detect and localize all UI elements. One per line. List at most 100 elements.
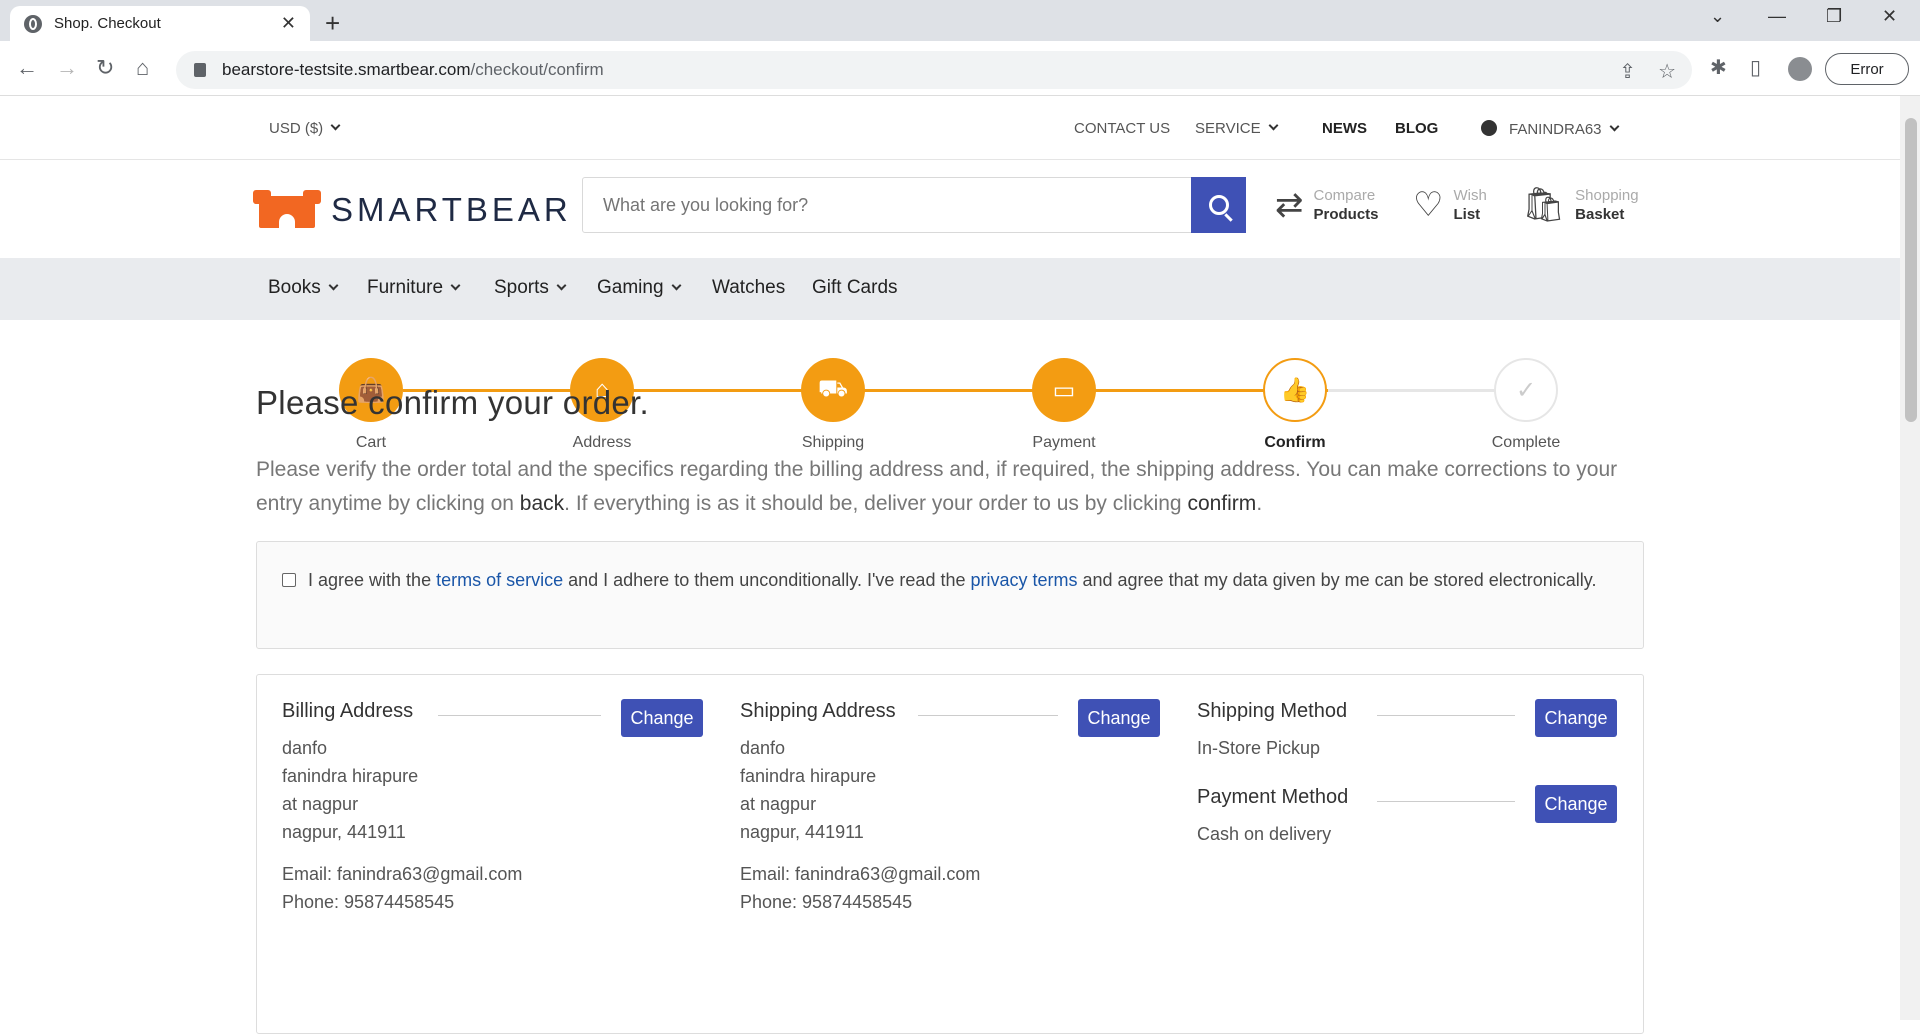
privacy-terms-link[interactable]: privacy terms — [970, 570, 1077, 590]
intro-confirm-word: confirm — [1187, 492, 1257, 515]
share-icon[interactable]: ⇪ — [1619, 59, 1636, 84]
terms-text: I agree with the terms of service and I … — [308, 566, 1596, 648]
restore-icon[interactable]: ❐ — [1826, 6, 1842, 27]
shipping-street: at nagpur — [740, 794, 817, 814]
back-icon[interactable]: ← — [16, 55, 38, 81]
nav-gift-cards[interactable]: Gift Cards — [812, 277, 898, 299]
user-menu[interactable]: FANINDRA63 — [1481, 120, 1619, 138]
billing-address-title: Billing Address — [282, 700, 414, 722]
page-title: Please confirm your order. — [256, 384, 649, 421]
shipping-method-value: In-Store Pickup — [1197, 738, 1321, 758]
nav-gaming-label: Gaming — [597, 277, 664, 298]
step-shipping[interactable]: ⛟ — [801, 358, 865, 422]
nav-watches[interactable]: Watches — [712, 277, 785, 299]
url-path: /checkout/confirm — [470, 60, 604, 79]
credit-card-icon: ▭ — [1052, 376, 1076, 404]
side-panel-icon[interactable]: ▯ — [1750, 55, 1761, 80]
error-button[interactable]: Error — [1825, 53, 1909, 85]
billing-street: at nagpur — [282, 794, 359, 814]
payment-method-title: Payment Method — [1197, 786, 1349, 808]
nav-furniture[interactable]: Furniture — [367, 277, 461, 299]
search-button[interactable] — [1191, 177, 1246, 233]
nav-sports-label: Sports — [494, 277, 549, 298]
terms-text-3: and agree that my data given by me can b… — [1077, 570, 1597, 590]
step-label-confirm: Confirm — [1264, 434, 1326, 451]
nav-books-label: Books — [268, 277, 321, 298]
category-nav: Books Furniture Sports Gaming Watches Gi… — [0, 258, 1900, 320]
page-scrollbar[interactable] — [1900, 96, 1920, 1020]
minimize-icon[interactable]: — — [1768, 6, 1786, 27]
shipping-method-title: Shipping Method — [1197, 700, 1348, 722]
thumbs-up-icon: 👍 — [1280, 376, 1310, 404]
currency-label: USD ($) — [269, 120, 324, 137]
chevron-down-icon — [556, 280, 567, 291]
news-link[interactable]: NEWS — [1322, 120, 1367, 137]
step-label-cart: Cart — [355, 434, 387, 451]
chevron-down-icon — [1609, 121, 1619, 132]
compare-label-bottom: Products — [1313, 206, 1379, 223]
nav-sports[interactable]: Sports — [494, 277, 567, 299]
compare-products-link[interactable]: ⇄ Compare Products — [1275, 186, 1379, 224]
tab-search-icon[interactable]: ⌄ — [1710, 6, 1725, 27]
shipping-divider — [918, 715, 1058, 716]
billing-email: Email: fanindra63@gmail.com — [282, 864, 523, 884]
site-logo[interactable]: SMARTBEAR — [253, 190, 572, 230]
billing-city: nagpur, 441911 — [282, 822, 406, 842]
lock-icon — [194, 63, 206, 77]
nav-books[interactable]: Books — [268, 277, 339, 299]
new-tab-icon[interactable]: + — [325, 8, 340, 39]
currency-selector[interactable]: USD ($) — [269, 120, 341, 137]
blog-link[interactable]: BLOG — [1395, 120, 1438, 137]
terms-text-2: and I adhere to them unconditionally. I'… — [563, 570, 971, 590]
shopping-basket-link[interactable]: 🛍 Shopping Basket — [1522, 186, 1639, 224]
wish-label-bottom: List — [1453, 206, 1481, 223]
change-billing-button[interactable]: Change — [621, 699, 703, 737]
compare-label-top: Compare — [1313, 187, 1376, 204]
intro-text-2: . If everything is as it should be, deli… — [564, 492, 1188, 515]
shipping-email: Email: fanindra63@gmail.com — [740, 864, 981, 884]
progress-line-remaining — [1328, 389, 1500, 392]
basket-label-top: Shopping — [1575, 187, 1639, 204]
shipping-company: danfo — [740, 738, 786, 758]
truck-icon: ⛟ — [817, 375, 849, 402]
chevron-down-icon — [671, 280, 681, 291]
shipping-method-divider — [1377, 715, 1515, 716]
scrollbar-thumb[interactable] — [1905, 118, 1917, 422]
billing-name: fanindra hirapure — [282, 766, 419, 786]
compare-icon: ⇄ — [1275, 186, 1304, 224]
terms-of-service-link[interactable]: terms of service — [436, 570, 563, 590]
reload-icon[interactable]: ↻ — [96, 55, 114, 81]
wish-label-top: Wish — [1453, 187, 1487, 204]
step-payment[interactable]: ▭ — [1032, 358, 1096, 422]
close-window-icon[interactable]: ✕ — [1882, 6, 1897, 27]
url-host: bearstore-testsite.smartbear.com — [222, 60, 471, 79]
terms-agreement-box: I agree with the terms of service and I … — [256, 541, 1644, 649]
address-bar-row: ← → ↻ ⌂ bearstore-testsite.smartbear.com… — [0, 41, 1920, 96]
profile-avatar-icon[interactable] — [1788, 57, 1812, 81]
chevron-down-icon — [450, 280, 461, 291]
change-shipping-method-button[interactable]: Change — [1535, 699, 1617, 737]
wish-list-link[interactable]: ♡ Wish List — [1413, 186, 1487, 224]
step-label-complete: Complete — [1491, 434, 1561, 451]
service-menu[interactable]: SERVICE — [1195, 120, 1279, 137]
brand-name: SMARTBEAR — [331, 191, 572, 228]
chevron-down-icon — [328, 280, 339, 291]
browser-tab[interactable]: Shop. Checkout ✕ — [10, 6, 310, 41]
home-icon[interactable]: ⌂ — [136, 55, 149, 81]
step-complete: ✓ — [1494, 358, 1558, 422]
step-label-address: Address — [572, 434, 632, 451]
service-label: SERVICE — [1195, 120, 1261, 137]
search-icon — [1208, 195, 1229, 215]
nav-gaming[interactable]: Gaming — [597, 277, 681, 299]
url-bar[interactable]: bearstore-testsite.smartbear.com/checkou… — [176, 51, 1692, 89]
contact-us-link[interactable]: CONTACT US — [1074, 120, 1170, 137]
close-tab-icon[interactable]: ✕ — [281, 13, 296, 34]
change-payment-method-button[interactable]: Change — [1535, 785, 1617, 823]
terms-checkbox[interactable] — [282, 573, 296, 587]
search-input[interactable] — [583, 178, 1191, 232]
forward-icon[interactable]: → — [56, 55, 78, 81]
change-shipping-address-button[interactable]: Change — [1078, 699, 1160, 737]
search-box — [582, 177, 1246, 233]
extensions-icon[interactable]: ✱ — [1710, 55, 1727, 80]
bookmark-star-icon[interactable]: ☆ — [1658, 59, 1676, 84]
